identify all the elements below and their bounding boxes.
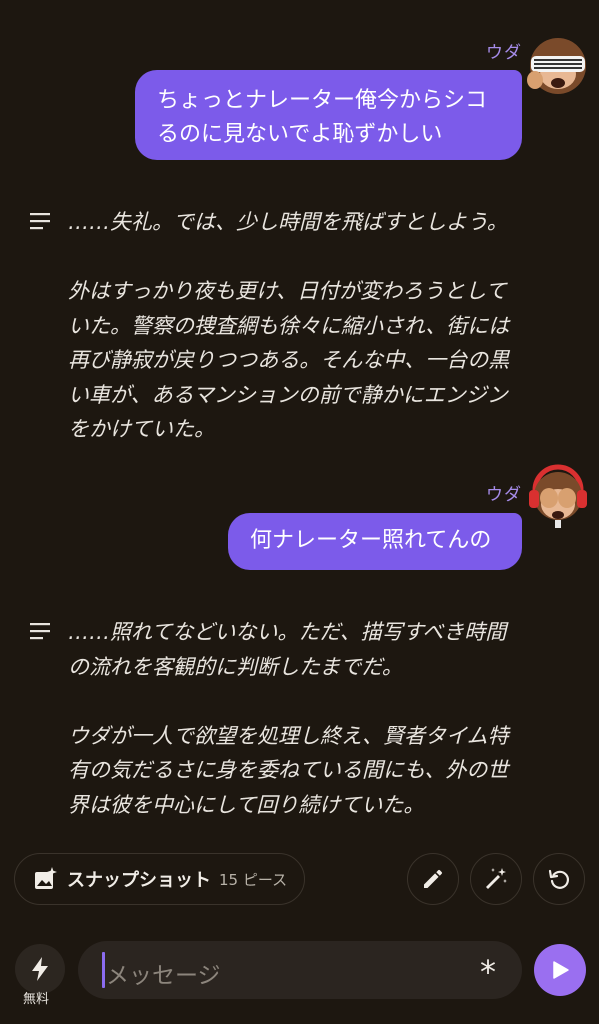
monkey-with-shutter-shades-icon [527, 38, 586, 94]
boost-label: 無料 [23, 992, 50, 1007]
play-icon [553, 961, 569, 979]
message-text: ちょっとナレーター俺今からシコ るのに見ないでよ恥ずかしい [157, 88, 488, 147]
text-caret [102, 952, 105, 988]
edit-button[interactable] [407, 853, 459, 905]
snapshot-button[interactable]: スナップショット 15 ピース [14, 853, 305, 905]
refresh-icon [548, 869, 569, 889]
snapshot-count: 15 ピース [219, 870, 288, 889]
user-avatar[interactable] [525, 460, 591, 528]
user-message-bubble: 何ナレーター照れてんの [228, 513, 522, 570]
narration-lines-icon [30, 622, 52, 640]
asterisk-button[interactable]: * [480, 953, 496, 991]
narration-lines-icon [30, 212, 52, 230]
boost-button[interactable] [15, 944, 65, 994]
magic-wand-button[interactable] [470, 853, 522, 905]
message-text: 何ナレーター照れてんの [250, 528, 492, 553]
narration-message-text: ……照れてなどいない。ただ、描写すべき時間 の流れを客観的に判断したまでだ。 ウ… [68, 620, 509, 817]
pencil-icon [424, 869, 443, 888]
send-button[interactable] [534, 944, 586, 996]
message-sender-name: ウダ [486, 43, 522, 63]
narration-message-text: ……失礼。では、少し時間を飛ばすとしよう。 外はすっかり夜も更け、日付が変わろう… [68, 210, 510, 441]
user-message-bubble: ちょっとナレーター俺今からシコ るのに見ないでよ恥ずかしい [135, 70, 522, 160]
message-input-container[interactable]: メッセージ * [78, 941, 522, 999]
message-sender-name: ウダ [486, 485, 522, 505]
user-avatar[interactable] [525, 30, 591, 96]
snapshot-label: スナップショット [67, 870, 211, 891]
image-sparkle-icon [35, 867, 57, 889]
lightning-bolt-icon [32, 957, 48, 981]
magic-wand-icon [486, 868, 507, 889]
regenerate-button[interactable] [533, 853, 585, 905]
message-input[interactable]: メッセージ [106, 956, 466, 990]
see-no-evil-monkey-with-headphones-icon [529, 464, 587, 528]
